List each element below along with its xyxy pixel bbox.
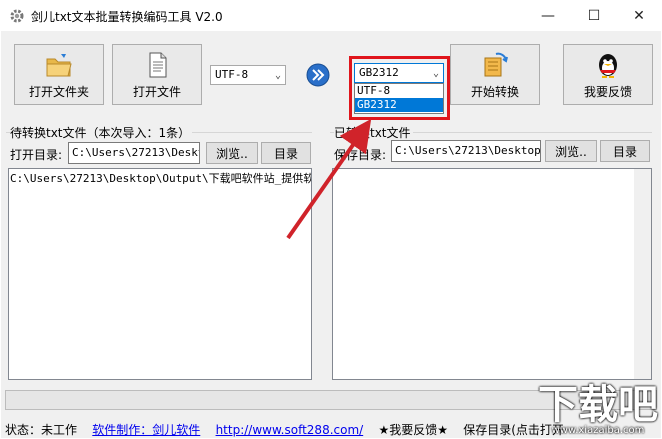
watermark-url: www.xiazaiba.com — [551, 425, 645, 436]
right-browse-button[interactable]: 浏览.. — [545, 140, 597, 162]
watermark-logo: 下载吧 www.xiazaiba.com — [538, 385, 658, 437]
chevron-down-icon: ⌄ — [274, 70, 281, 81]
open-folder-button[interactable]: 打开文件夹 — [14, 44, 104, 105]
open-folder-label: 打开文件夹 — [28, 85, 89, 99]
window-title: 剑儿txt文本批量转换编码工具 V2.0 — [31, 10, 223, 24]
save-dir-field[interactable]: C:\Users\27213\Desktop — [391, 140, 541, 162]
maximize-button[interactable]: ☐ — [571, 0, 617, 31]
annotation-arrow-icon — [286, 118, 372, 240]
vertical-scrollbar[interactable] — [634, 169, 651, 379]
feedback-button[interactable]: 我要反馈 — [563, 44, 653, 105]
convert-arrow-icon — [306, 63, 330, 87]
open-file-label: 打开文件 — [132, 85, 181, 99]
status-text: 状态：未工作 — [5, 423, 78, 437]
close-button[interactable]: ✕ — [616, 0, 662, 31]
document-icon — [149, 52, 167, 78]
penguin-icon — [599, 54, 617, 78]
title-bar: 剑儿txt文本批量转换编码工具 V2.0 — ☐ ✕ — [0, 0, 662, 31]
open-file-button[interactable]: 打开文件 — [112, 44, 202, 105]
close-icon: ✕ — [633, 7, 645, 24]
author-link[interactable]: 软件制作：剑儿软件 — [92, 423, 200, 437]
status-bar: 状态：未工作 软件制作：剑儿软件 http://www.soft288.com/… — [5, 421, 564, 438]
start-convert-button[interactable]: 开始转换 — [450, 44, 540, 105]
feedback-status-text[interactable]: ★我要反馈★ — [378, 423, 448, 437]
left-browse-button[interactable]: 浏览.. — [206, 142, 258, 164]
open-dir-label: 打开目录: — [10, 148, 63, 162]
source-encoding-select[interactable]: UTF-8 ⌄ — [210, 65, 286, 85]
minimize-button[interactable]: — — [525, 0, 571, 31]
minimize-icon: — — [541, 7, 555, 24]
app-gear-icon — [10, 9, 24, 23]
folder-icon — [46, 54, 72, 77]
watermark-text: 下载吧 — [538, 382, 658, 428]
start-convert-label: 开始转换 — [470, 85, 519, 99]
list-item[interactable]: C:\Users\27213\Desktop\Output\下载吧软件站_提供软 — [9, 169, 311, 187]
source-encoding-value: UTF-8 — [215, 68, 249, 81]
right-dir-button[interactable]: 目录 — [600, 140, 650, 162]
maximize-icon: ☐ — [587, 7, 601, 24]
left-group-label: 待转换txt文件（本次导入：1条） — [10, 124, 193, 141]
open-dir-field[interactable]: C:\Users\27213\Deskto — [68, 142, 200, 164]
source-file-list[interactable]: C:\Users\27213\Desktop\Output\下载吧软件站_提供软 — [8, 168, 312, 380]
website-link[interactable]: http://www.soft288.com/ — [216, 423, 364, 437]
feedback-label: 我要反馈 — [583, 85, 632, 99]
convert-icon — [484, 52, 508, 77]
